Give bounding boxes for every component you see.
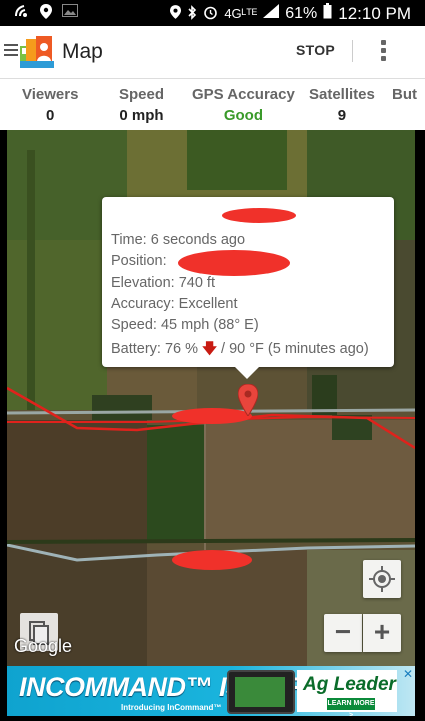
zoom-in-button[interactable]: + xyxy=(363,614,401,652)
ad-subline: Introducing InCommand™ xyxy=(121,703,222,712)
status-right-icons: 4Gᴸᵀᴱ 61% 12:10 PM xyxy=(170,3,411,24)
info-battery-temp: / 90 °F (5 minutes ago) xyxy=(216,341,369,357)
stat-satellites: Satellites 9 xyxy=(309,86,375,124)
bluetooth-icon xyxy=(187,4,197,23)
info-accuracy: Accuracy: Excellent xyxy=(111,296,238,312)
image-icon xyxy=(62,4,78,22)
stat-label: Speed xyxy=(119,86,165,103)
info-time: Time: 6 seconds ago xyxy=(111,232,246,248)
battery-percent: 61% xyxy=(285,4,318,22)
stat-value: 0 mph xyxy=(119,107,164,124)
stat-label: Viewers xyxy=(22,86,79,103)
status-left-icons xyxy=(14,4,78,22)
location-marker-icon[interactable] xyxy=(237,383,259,417)
stat-speed: Speed 0 mph xyxy=(119,86,164,124)
clock: 12:10 PM xyxy=(338,3,411,23)
app-logo xyxy=(20,36,54,68)
info-position-label: Position: xyxy=(111,253,167,269)
stat-gps-accuracy: GPS Accuracy Good xyxy=(192,86,295,124)
my-location-button[interactable] xyxy=(363,560,401,598)
info-battery: Battery: 76 % 🡇 / 90 °F (5 minutes ago) xyxy=(111,338,369,363)
network-type-label: 4Gᴸᵀᴱ xyxy=(224,6,258,21)
stop-button[interactable]: STOP xyxy=(296,42,335,58)
stat-battery-partial: But xyxy=(392,86,417,107)
stat-label: GPS Accuracy xyxy=(192,86,295,103)
menu-icon[interactable] xyxy=(4,44,18,58)
battery-icon xyxy=(323,3,332,24)
alarm-icon xyxy=(203,5,218,23)
ad-brand-name: Ag Leader xyxy=(303,674,396,695)
stat-value: 0 xyxy=(46,107,55,124)
ad-brand-panel: Ag Leader LEARN MORE > xyxy=(297,670,397,716)
stat-label: Satellites xyxy=(309,86,375,103)
ad-close-icon[interactable]: ✕ xyxy=(403,667,413,681)
location-pin-icon xyxy=(40,4,52,22)
ad-banner[interactable]: INCOMMAND™ IS HERE. Introducing InComman… xyxy=(7,666,415,716)
signal-icon xyxy=(263,4,280,23)
google-attribution: Google xyxy=(14,636,73,656)
stat-viewers: Viewers 0 xyxy=(22,86,78,124)
stat-value: 9 xyxy=(337,107,347,124)
learn-more-button[interactable]: LEARN MORE > xyxy=(327,698,375,716)
stat-label: But xyxy=(392,86,417,103)
redaction-mark xyxy=(172,550,252,570)
info-elevation: Elevation: 740 ft xyxy=(111,275,215,291)
redacted-name xyxy=(222,208,296,223)
device-image xyxy=(227,670,295,714)
stats-bar: Viewers 0 Speed 0 mph GPS Accuracy Good … xyxy=(0,78,425,130)
toolbar-divider xyxy=(352,40,353,62)
info-speed: Speed: 45 mph (88° E) xyxy=(111,317,259,333)
info-battery-level: Battery: 76 % xyxy=(111,341,199,357)
app-bar: Map STOP xyxy=(0,26,425,78)
redacted-position xyxy=(178,250,290,276)
location-icon xyxy=(170,5,182,22)
overflow-menu-icon[interactable] xyxy=(378,40,388,64)
zoom-out-button[interactable]: − xyxy=(324,614,362,652)
stat-value: Good xyxy=(223,107,263,124)
down-arrow-icon: 🡇 xyxy=(202,341,217,357)
crosshair-icon xyxy=(369,566,395,592)
wifi-calling-icon xyxy=(14,4,30,22)
status-bar: 4Gᴸᵀᴱ 61% 12:10 PM xyxy=(0,0,425,26)
page-title: Map xyxy=(62,40,103,63)
location-info-window[interactable]: Time: 6 seconds ago Position: Elevation:… xyxy=(102,197,394,379)
